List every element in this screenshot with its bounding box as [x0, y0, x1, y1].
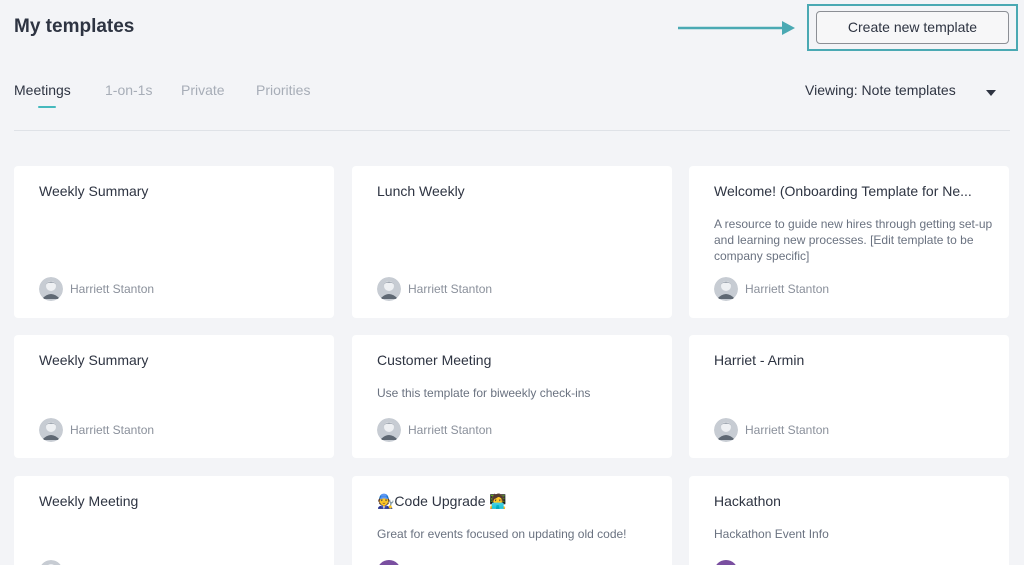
tab-priorities[interactable]: Priorities — [256, 82, 310, 98]
author-name: Harriett Stanton — [70, 423, 155, 437]
page-title: My templates — [14, 16, 135, 37]
card-title: Weekly Meeting — [39, 493, 139, 509]
avatar — [41, 560, 61, 565]
page-header: My templates Create new template — [0, 0, 1024, 60]
card-title: Weekly Summary — [39, 183, 149, 199]
avatar — [714, 277, 738, 301]
create-new-template-button[interactable]: Create new template — [816, 11, 1009, 44]
card-description: Hackathon Event Info — [714, 527, 829, 541]
template-card[interactable]: Hackathon Hackathon Event Info — [689, 476, 1009, 565]
avatar — [714, 418, 738, 442]
template-card[interactable]: Customer Meeting Use this template for b… — [352, 335, 672, 458]
card-description: Use this template for biweekly check-ins — [377, 386, 591, 400]
template-card[interactable]: 🧑‍🔧Code Upgrade 🧑‍💻 Great for events foc… — [352, 476, 672, 565]
avatar — [377, 560, 401, 565]
template-card[interactable]: Welcome! (Onboarding Template for Ne... … — [689, 166, 1009, 318]
tab-private[interactable]: Private — [181, 82, 225, 98]
card-description: Great for events focused on updating old… — [377, 527, 627, 541]
card-title: Weekly Summary — [39, 352, 149, 368]
divider — [14, 130, 1010, 131]
viewing-dropdown[interactable]: Viewing: Note templates — [805, 82, 956, 104]
card-description: A resource to guide new hires through ge… — [714, 217, 993, 263]
caret-down-icon[interactable] — [986, 90, 996, 96]
avatar — [39, 418, 63, 442]
template-card[interactable]: Weekly Summary Harriett Stanton — [14, 335, 334, 458]
author-name: Harriett Stanton — [70, 282, 155, 296]
template-card[interactable]: Harriet - Armin Harriett Stanton — [689, 335, 1009, 458]
avatar — [377, 418, 401, 442]
card-title: Welcome! (Onboarding Template for Ne... — [714, 183, 972, 199]
author-name: Harriett Stanton — [408, 423, 493, 437]
template-card[interactable]: Lunch Weekly Harriett Stanton — [352, 166, 672, 318]
card-title: Hackathon — [714, 493, 781, 509]
template-card[interactable]: Weekly Meeting — [14, 476, 334, 565]
active-tab-indicator — [38, 106, 56, 108]
avatar — [714, 560, 738, 565]
tab-meetings[interactable]: Meetings — [14, 82, 71, 98]
card-title: 🧑‍🔧Code Upgrade 🧑‍💻 — [377, 493, 507, 509]
author-name: Harriett Stanton — [408, 282, 493, 296]
avatar — [377, 277, 401, 301]
avatar — [39, 277, 63, 301]
card-title: Lunch Weekly — [377, 183, 465, 199]
template-card[interactable]: Weekly Summary Harriett Stanton — [14, 166, 334, 318]
tab-1-on-1s[interactable]: 1-on-1s — [105, 82, 152, 98]
card-title: Harriet - Armin — [714, 352, 805, 368]
card-title: Customer Meeting — [377, 352, 492, 368]
author-name: Harriett Stanton — [745, 423, 830, 437]
arrow-right-icon — [678, 21, 795, 35]
author-name: Harriett Stanton — [745, 282, 830, 296]
